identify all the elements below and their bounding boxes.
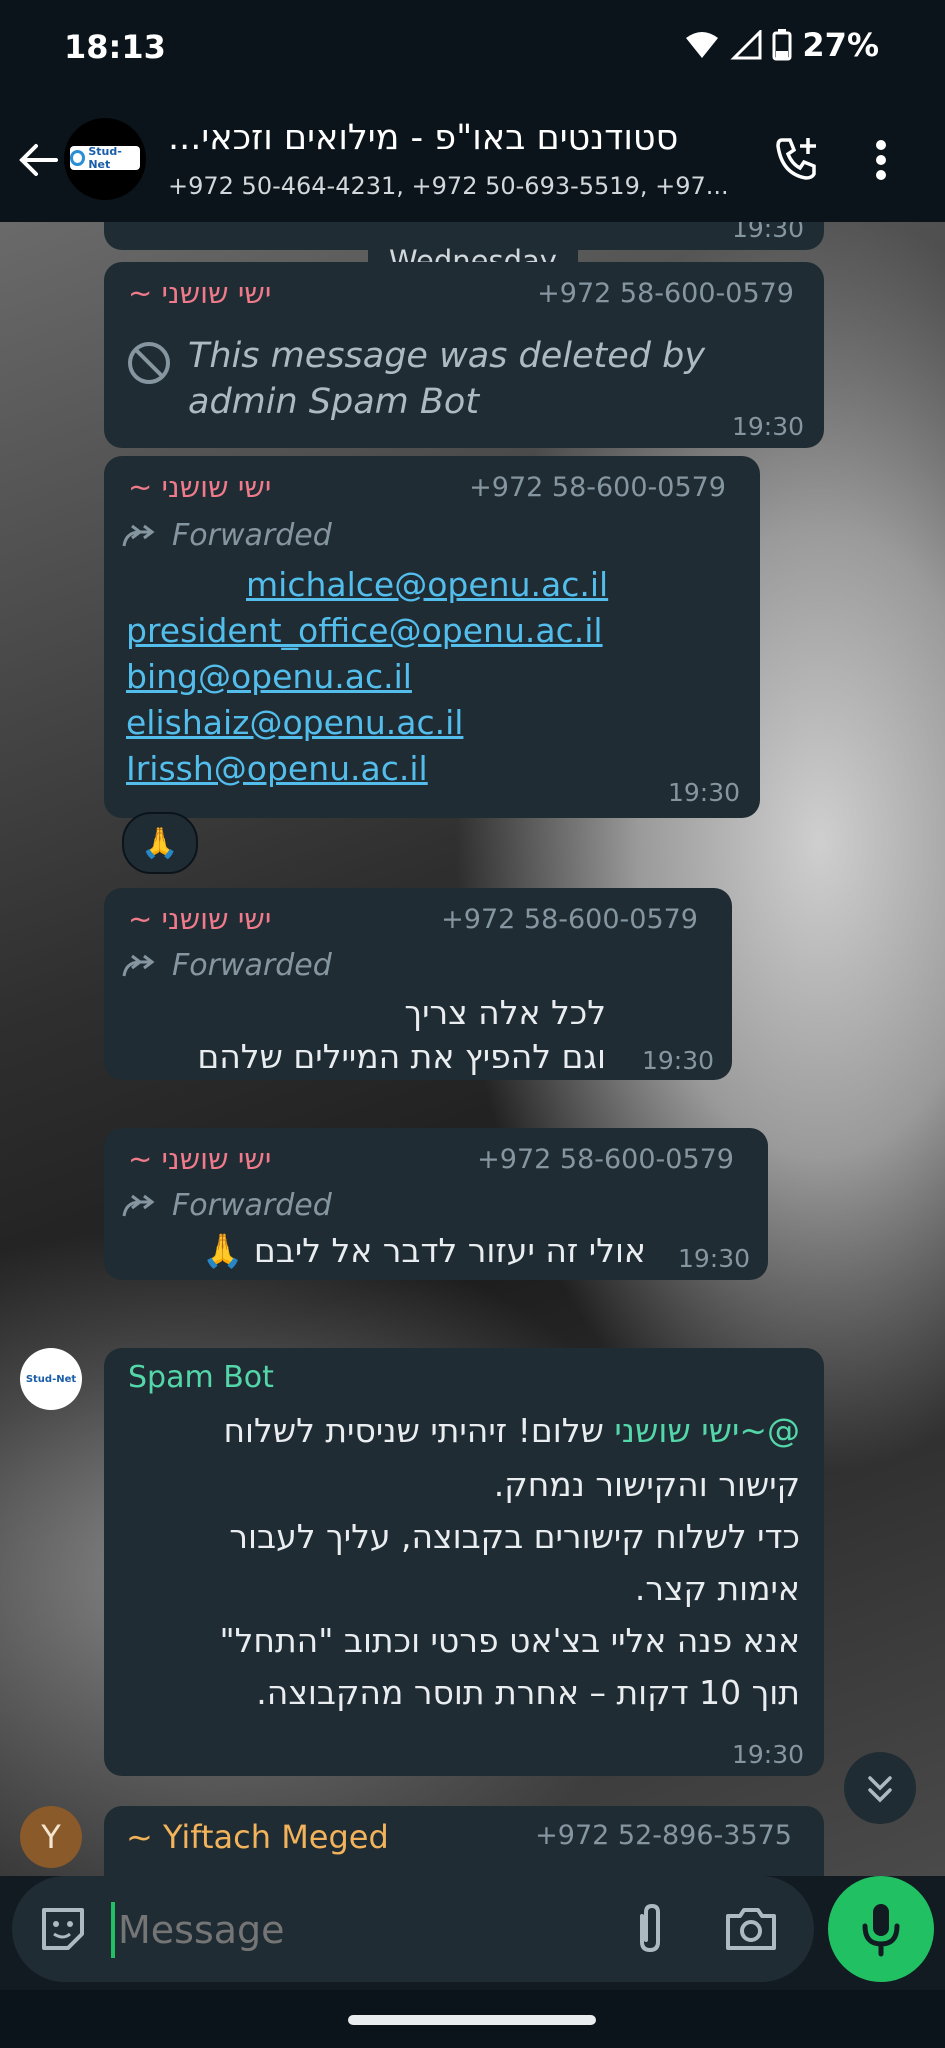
microphone-icon (862, 1904, 900, 1957)
group-avatar-label: Stud-Net (88, 145, 122, 171)
sender-phone: +972 52-896-3575 (535, 1820, 792, 1851)
message-time: 19:30 (677, 1244, 750, 1273)
group-avatar[interactable]: Stud-Net (64, 118, 146, 200)
sender-name[interactable]: ישי שושני ~ (128, 902, 271, 936)
group-participants[interactable]: +972 50-464-4231, +972 50-693-5519, +97.… (168, 172, 748, 200)
bot-avatar-label: Stud-Net (25, 1373, 77, 1385)
message-input[interactable] (116, 1898, 580, 1962)
status-icons: 27% (684, 26, 879, 64)
email-link[interactable]: Irissh@openu.ac.il (126, 746, 428, 792)
sender-name[interactable]: ישי שושני ~ (128, 470, 271, 504)
forward-icon (122, 954, 155, 976)
sender-name[interactable]: ~ Yiftach Meged (126, 1818, 389, 1856)
message-time: 19:30 (731, 1740, 804, 1769)
group-title[interactable]: סטודנטים באו"פ - מילואים וזכאי... (168, 118, 748, 158)
message-partial[interactable]: ~ Yiftach Meged +972 52-896-3575 (104, 1806, 824, 1876)
user-avatar[interactable]: Y (20, 1806, 82, 1868)
email-link[interactable]: elishaiz@openu.ac.il (126, 700, 463, 746)
double-chevron-down-icon (868, 1776, 892, 1803)
message-forwarded-text[interactable]: ישי שושני ~ +972 58-600-0579 Forwarded ל… (104, 888, 732, 1080)
signal-icon (730, 30, 762, 60)
battery-percent: 27% (802, 26, 879, 64)
forwarded-label: Forwarded (122, 518, 332, 553)
email-link[interactable]: bing@openu.ac.il (126, 654, 412, 700)
status-bar: 18:13 27% (0, 0, 945, 98)
attach-icon[interactable] (630, 1902, 670, 1956)
message-line: תוך 10 דקות – אחרת תוסר מהקבוצה. (256, 1673, 800, 1712)
message-line: @~ישי שושני שלום! זיהיתי שניסית לשלוח (223, 1411, 800, 1450)
sender-name[interactable]: ישי שושני ~ (128, 276, 271, 310)
bot-avatar[interactable]: Stud-Net (20, 1348, 82, 1410)
message-forwarded-text[interactable]: ישי שושני ~ +972 58-600-0579 Forwarded א… (104, 1128, 768, 1280)
blocked-icon (128, 342, 170, 384)
forwarded-label: Forwarded (122, 1188, 332, 1223)
sender-phone: +972 58-600-0579 (441, 904, 698, 935)
message-forwarded-links[interactable]: ישי שושני ~ +972 58-600-0579 Forwarded m… (104, 456, 760, 818)
voice-message-button[interactable] (828, 1876, 934, 1982)
add-call-icon[interactable] (772, 134, 820, 182)
text-cursor (111, 1902, 115, 1958)
scroll-to-bottom-button[interactable] (844, 1752, 916, 1824)
status-time: 18:13 (64, 28, 166, 66)
forwarded-label: Forwarded (122, 948, 332, 983)
reaction-badge[interactable]: 🙏 (122, 812, 198, 874)
back-arrow-icon[interactable] (16, 138, 60, 182)
message-line: אימות קצר. (634, 1569, 800, 1608)
message-text: וגם להפיץ את המיילים שלהם (197, 1037, 606, 1076)
home-gesture-bar[interactable] (348, 2015, 596, 2025)
deleted-text-line1: This message was deleted by (188, 336, 706, 376)
sender-name[interactable]: ישי שושני ~ (128, 1142, 271, 1176)
message-line: אנא פנה אליי בצ'אט פרטי וכתוב "התחל" (219, 1621, 800, 1660)
message-line: קישור והקישור נמחק. (493, 1465, 800, 1504)
message-text: לכל אלה צריך (404, 993, 606, 1032)
sender-phone: +972 58-600-0579 (477, 1144, 734, 1175)
message-text: אולי זה יעזור לדבר אל ליבם 🙏 (202, 1231, 646, 1270)
deleted-text-line2: admin Spam Bot (188, 382, 480, 422)
message-time: 19:30 (731, 412, 804, 441)
message-line: כדי לשלוח קישורים בקבוצה, עליך לעבור (229, 1517, 800, 1556)
more-options-icon[interactable] (874, 140, 888, 180)
wifi-icon (686, 32, 719, 58)
battery-icon (772, 29, 792, 61)
forward-icon (122, 524, 155, 546)
sender-name[interactable]: Spam Bot (128, 1360, 274, 1395)
forward-icon (122, 1194, 155, 1216)
camera-icon[interactable] (724, 1906, 778, 1952)
sender-phone: +972 58-600-0579 (469, 472, 726, 503)
email-link[interactable]: president_office@openu.ac.il (126, 608, 603, 654)
message-deleted[interactable]: ישי שושני ~ +972 58-600-0579 This messag… (104, 262, 824, 448)
message-composer (12, 1876, 814, 1982)
message-time: 19:30 (667, 778, 740, 807)
mention[interactable]: @~ישי שושני (614, 1411, 800, 1450)
message-time: 19:30 (731, 222, 804, 243)
message-time: 19:30 (641, 1046, 714, 1075)
chat-area[interactable]: 19:30 Wednesday ישי שושני ~ +972 58-600-… (0, 222, 945, 1876)
message-bot[interactable]: Spam Bot @~ישי שושני שלום! זיהיתי שניסית… (104, 1348, 824, 1776)
sticker-icon[interactable] (38, 1904, 88, 1954)
email-link[interactable]: michalce@openu.ac.il (246, 562, 608, 608)
sender-phone: +972 58-600-0579 (537, 278, 794, 309)
